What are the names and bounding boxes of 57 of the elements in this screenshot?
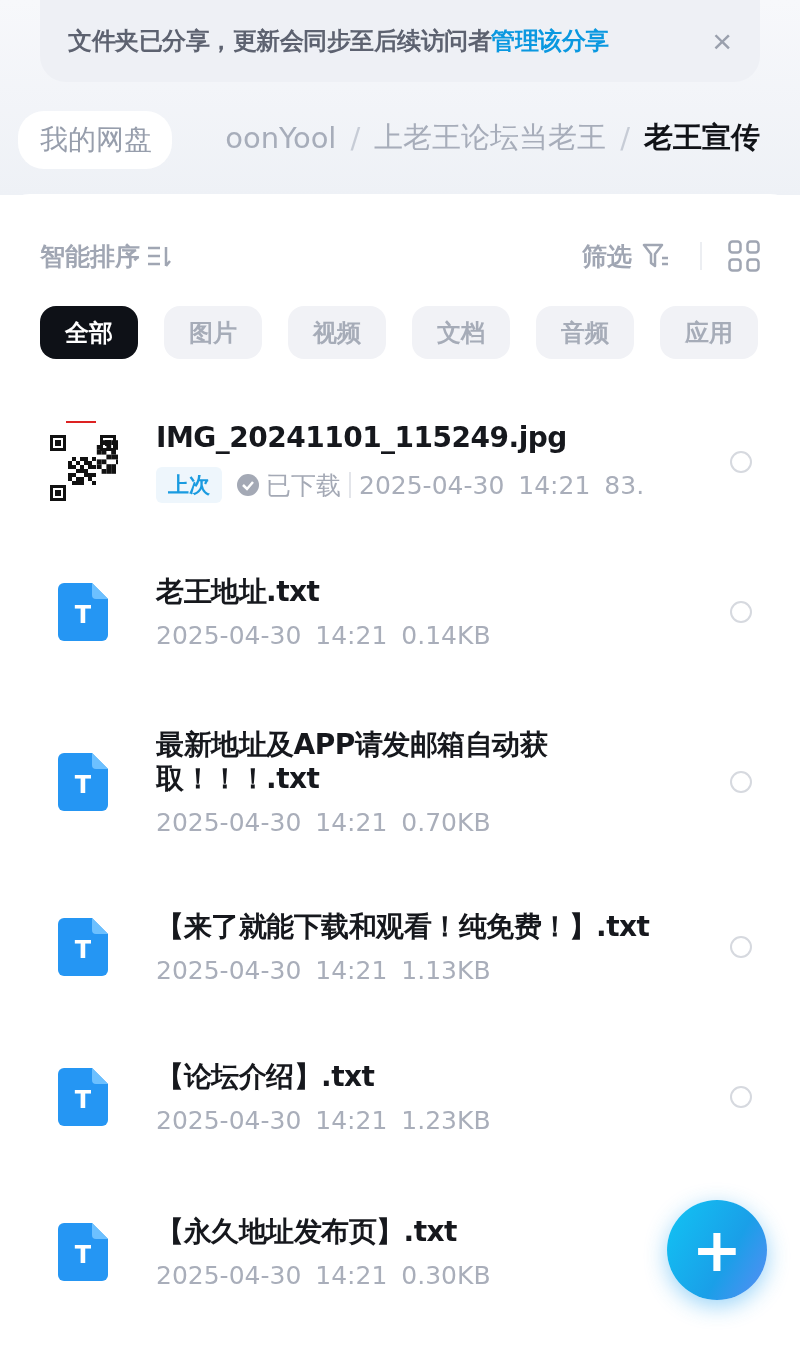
- file-date: 2025-04-30: [156, 1105, 302, 1135]
- category-tab[interactable]: 全部: [40, 306, 138, 359]
- download-status: 已下载: [236, 468, 341, 502]
- file-date: 2025-04-30: [156, 955, 302, 985]
- sort-button[interactable]: 智能排序: [40, 239, 172, 273]
- file-date: 2025-04-30: [156, 807, 302, 837]
- file-name: 【论坛介绍】.txt: [156, 1059, 376, 1094]
- text-file-icon: T: [58, 918, 108, 976]
- file-size: 0.30KB: [401, 1260, 491, 1290]
- category-tab[interactable]: 文档: [412, 306, 510, 359]
- file-time: 14:21: [518, 470, 591, 500]
- manage-share-link[interactable]: 管理该分享: [491, 25, 609, 57]
- file-name: IMG_20241101_115249.jpg: [156, 421, 568, 455]
- file-date: 2025-04-30: [359, 470, 505, 500]
- breadcrumb-separator: /: [620, 121, 630, 155]
- text-file-icon: T: [58, 583, 108, 641]
- close-button[interactable]: ×: [712, 24, 732, 58]
- select-radio[interactable]: [730, 936, 752, 958]
- file-name: 【来了就能下载和观看！纯免费！】.txt: [156, 909, 651, 944]
- file-name: 最新地址及APP请发邮箱自动获取！！！.txt: [156, 727, 549, 796]
- category-tab[interactable]: 音频: [536, 306, 634, 359]
- breadcrumb-item[interactable]: 上老王论坛当老王: [374, 118, 607, 158]
- file-time: 14:21: [315, 1105, 388, 1135]
- filter-icon: [642, 243, 670, 269]
- select-radio[interactable]: [730, 451, 752, 473]
- file-date: 2025-04-30: [156, 620, 302, 650]
- check-circle-icon: [236, 473, 260, 497]
- file-size: 1.23KB: [401, 1105, 491, 1135]
- grid-view-icon[interactable]: [728, 240, 760, 272]
- file-size: 0.14KB: [401, 620, 491, 650]
- file-time: 14:21: [315, 620, 388, 650]
- file-date: 2025-04-30: [156, 1260, 302, 1290]
- select-radio[interactable]: [730, 771, 752, 793]
- text-file-icon: T: [58, 753, 108, 811]
- sort-icon: [146, 244, 172, 268]
- text-file-icon: T: [58, 1223, 108, 1281]
- banner-message: 文件夹已分享，更新会同步至后续访问者: [68, 26, 491, 57]
- recent-tag: 上次: [156, 467, 222, 503]
- text-file-icon: T: [58, 1068, 108, 1126]
- select-radio[interactable]: [730, 601, 752, 623]
- breadcrumb-item[interactable]: oonYool: [225, 121, 337, 155]
- category-tab[interactable]: 应用: [660, 306, 758, 359]
- breadcrumb-root[interactable]: 我的网盘: [18, 111, 172, 169]
- file-name: 老王地址.txt: [156, 574, 321, 609]
- category-tab[interactable]: 视频: [288, 306, 386, 359]
- file-size: 1.13KB: [401, 955, 491, 985]
- breadcrumb-item[interactable]: 老王宣传: [644, 118, 760, 158]
- file-time: 14:21: [315, 807, 388, 837]
- file-size: 83.: [604, 470, 645, 500]
- filter-button[interactable]: 筛选: [582, 239, 670, 273]
- file-size: 0.70KB: [401, 807, 491, 837]
- select-radio[interactable]: [730, 1086, 752, 1108]
- breadcrumb-separator: /: [350, 121, 361, 155]
- file-time: 14:21: [315, 1260, 388, 1290]
- file-time: 14:21: [315, 955, 388, 985]
- file-name: 【永久地址发布页】.txt: [156, 1214, 458, 1249]
- category-tab[interactable]: 图片: [164, 306, 262, 359]
